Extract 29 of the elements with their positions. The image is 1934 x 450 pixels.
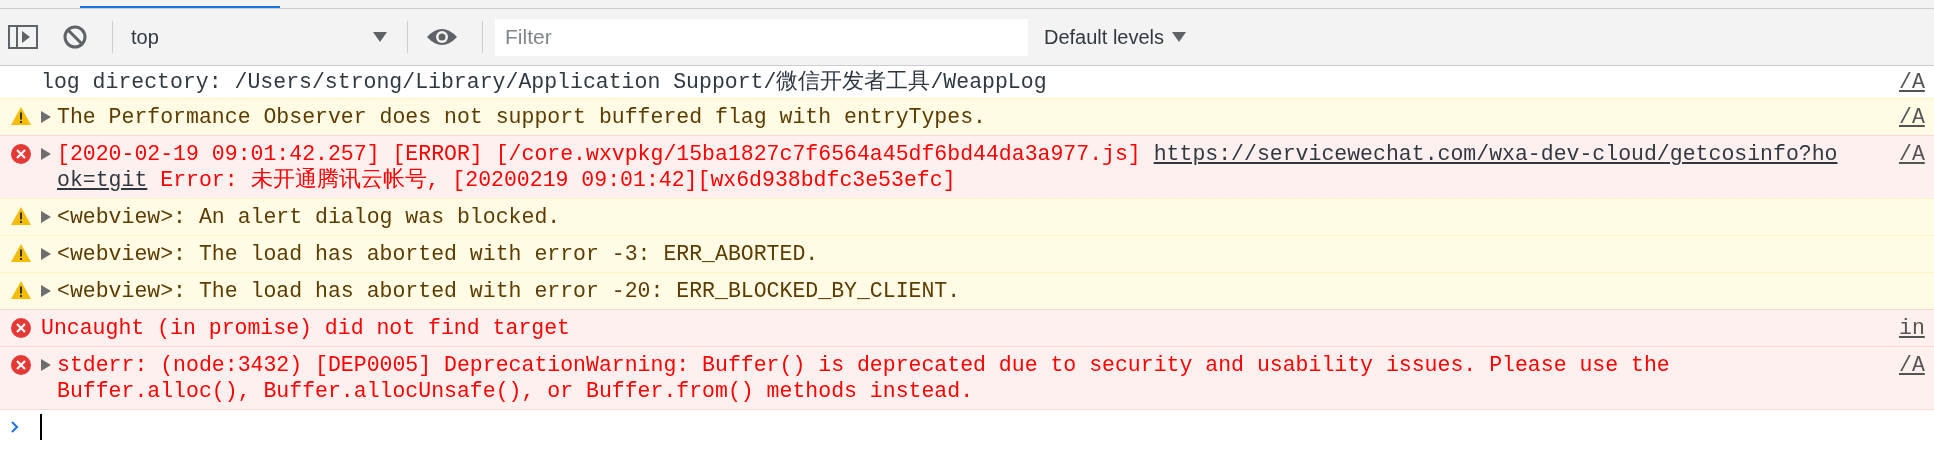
expand-arrow-icon[interactable]	[41, 248, 51, 260]
caret-icon	[373, 32, 387, 42]
message-text: <webview>: An alert dialog was blocked.	[57, 204, 562, 230]
source-link[interactable]: in	[1899, 315, 1925, 341]
message-text: <webview>: The load has aborted with error -3: ERR_ABORTED.	[57, 241, 820, 267]
expand-arrow-icon[interactable]	[41, 148, 51, 160]
message-text: The Performance Observer does not support buffered flag with entryTypes.	[57, 104, 987, 130]
prompt-chevron-icon	[10, 420, 20, 434]
source-link[interactable]: /A	[1899, 352, 1925, 404]
context-dropdown[interactable]: top	[131, 25, 387, 49]
message-text: Uncaught (in promise) did not find target	[41, 315, 571, 341]
text-cursor	[40, 414, 42, 440]
expand-arrow-icon[interactable]	[41, 285, 51, 297]
message-text: <webview>: The load has aborted with error -20: ERR_BLOCKED_BY_CLIENT.	[57, 278, 962, 304]
levels-dropdown[interactable]: Default levels	[1044, 25, 1187, 49]
expand-arrow-icon[interactable]	[41, 359, 51, 371]
source-link[interactable]: /A	[1899, 141, 1925, 193]
sidebar-toggle-icon[interactable]	[8, 25, 38, 49]
caret-icon	[1172, 32, 1187, 42]
source-link[interactable]: /A	[1899, 69, 1925, 95]
eye-icon[interactable]	[426, 27, 458, 47]
message-text: stderr: (node:3432) [DEP0005] DeprecationWarning: Buffer() is deprecated due to security and usability issues. Please use the Buffer.alloc(), Buffer.allocUnsafe(), or Buffer.from() methods instead.	[57, 352, 1671, 404]
expand-arrow-icon[interactable]	[41, 111, 51, 123]
clear-console-icon[interactable]	[62, 24, 88, 50]
expand-arrow-icon[interactable]	[41, 211, 51, 223]
message-text: [2020-02-19 09:01:42.257] [ERROR] [/core.wxvpkg/15ba1827c7f6564a45df6bd44da3a977.js] https://servicewechat.com/wxa-dev-cloud/getcosinfo?hook=tgit Error: 未开通腾讯云帐号, [20200219 09:01:42][wx6d938bdfc3e53efc]	[57, 141, 1839, 193]
source-link[interactable]: /A	[1899, 104, 1925, 130]
message-text: log directory: /Users/strong/Library/Application Support/微信开发者工具/WeappLog	[41, 69, 1048, 95]
filter-field[interactable]: Filter	[495, 18, 1028, 56]
